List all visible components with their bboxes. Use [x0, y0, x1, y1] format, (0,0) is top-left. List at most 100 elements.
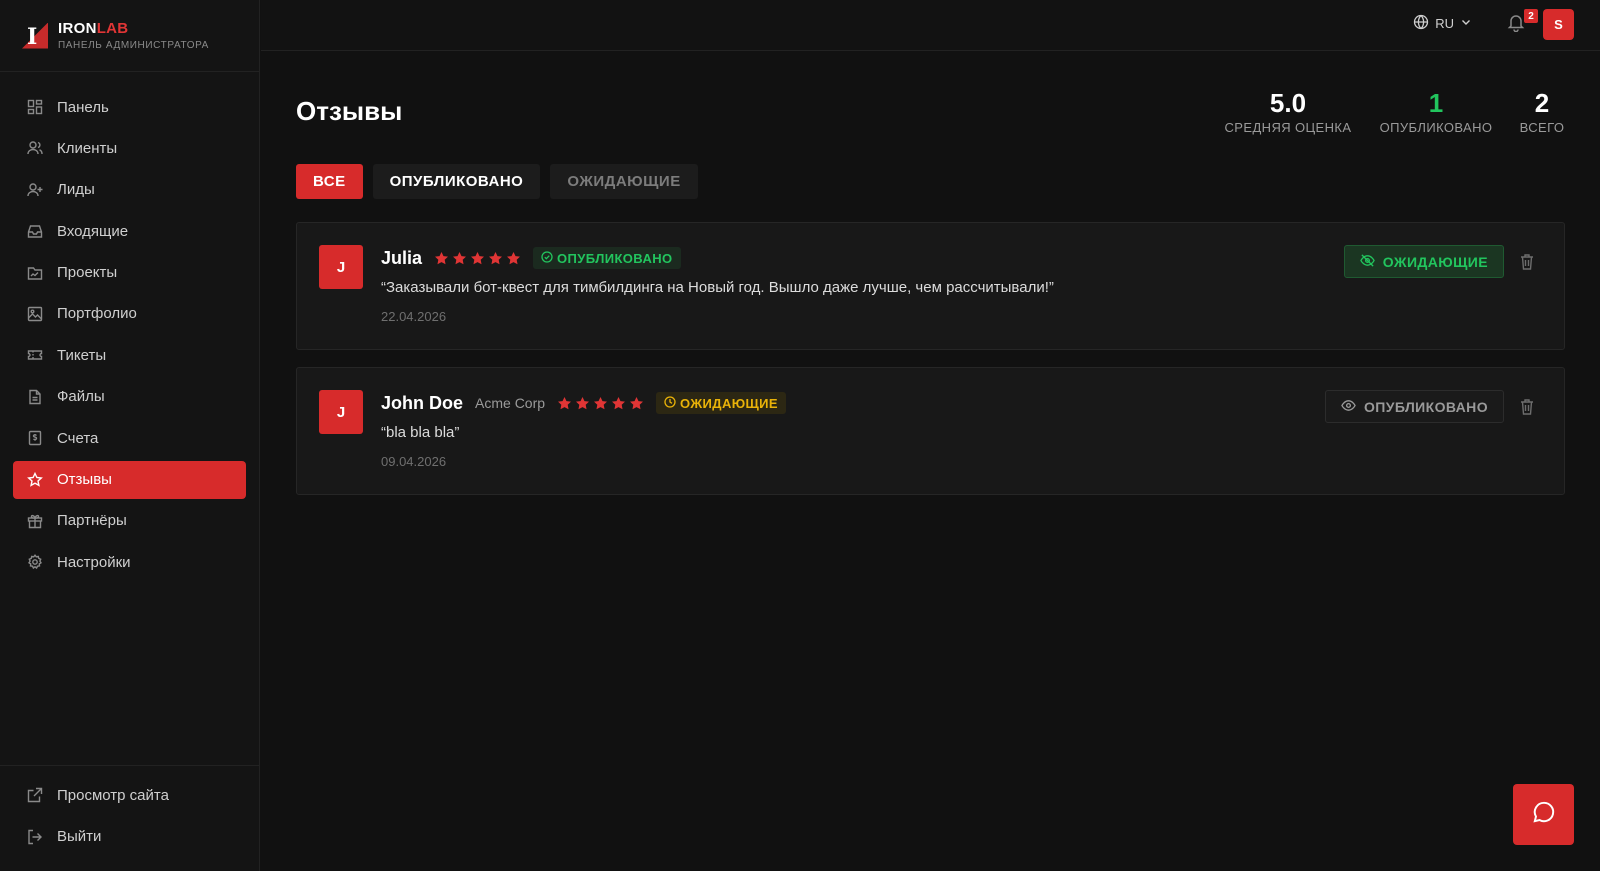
trash-icon: [1519, 399, 1535, 420]
tab-published[interactable]: ОПУБЛИКОВАНО: [372, 164, 541, 199]
sidebar-item-label: Партнёры: [57, 512, 127, 530]
star-icon: [453, 251, 466, 264]
sidebar-item-label: Тикеты: [57, 346, 107, 364]
delete-button[interactable]: [1519, 253, 1535, 271]
stat-total: 2 ВСЕГО: [1516, 88, 1568, 135]
stat-label: ВСЕГО: [1519, 120, 1565, 135]
rating-stars: [557, 396, 644, 411]
star-icon: [489, 251, 502, 264]
reviewer-company: Acme Corp: [475, 395, 546, 411]
logout-button[interactable]: Выйти: [13, 818, 246, 856]
sidebar-item-reviews[interactable]: Отзывы: [13, 460, 246, 499]
eye-icon: [1341, 398, 1356, 416]
dashboard-icon: [26, 98, 44, 116]
view-site-link[interactable]: Просмотр сайта: [13, 776, 246, 814]
review-text: “bla bla bla”: [381, 424, 460, 441]
avatar: J: [319, 390, 363, 434]
star-icon: [612, 396, 626, 409]
sidebar-item-portfolio[interactable]: Портфолио: [13, 295, 246, 333]
sidebar-item-label: Проекты: [57, 264, 118, 282]
review-card: J John Doe Acme Corp ОЖИДАЮЩИЕ “bla bla …: [296, 367, 1565, 495]
invoice-icon: [26, 429, 44, 447]
inbox-icon: [26, 222, 44, 240]
eye-off-icon: [1359, 253, 1375, 271]
sidebar-item-label: Счета: [57, 429, 99, 447]
reviewer-name: Julia: [381, 247, 423, 268]
tab-all[interactable]: ВСЕ: [296, 164, 363, 199]
folder-icon: [26, 264, 44, 282]
image-icon: [26, 305, 44, 323]
stat-published: 1 ОПУБЛИКОВАНО: [1377, 88, 1495, 135]
sidebar-item-label: Портфолио: [57, 305, 137, 323]
sidebar-item-label: Панель: [57, 98, 109, 116]
sidebar-item-label: Настройки: [57, 553, 131, 571]
stat-value: 5.0: [1269, 88, 1307, 118]
sidebar-item-tickets[interactable]: Тикеты: [13, 336, 246, 374]
sidebar: I IRONLAB ПАНЕЛЬ АДМИНИСТРАТОРА Панель К…: [0, 0, 260, 871]
avatar: J: [319, 245, 363, 289]
review-date: 22.04.2026: [381, 309, 447, 324]
external-link-icon: [26, 786, 44, 804]
sidebar-item-partners[interactable]: Партнёры: [13, 502, 246, 540]
stat-label: СРЕДНЯЯ ОЦЕНКА: [1224, 120, 1352, 135]
sidebar-item-dashboard[interactable]: Панель: [13, 88, 246, 126]
rating-stars: [434, 251, 521, 266]
language-label: RU: [1435, 16, 1454, 31]
users-icon: [26, 139, 44, 157]
filter-tabs: ВСЕ ОПУБЛИКОВАНО ОЖИДАЮЩИЕ: [296, 164, 698, 199]
sidebar-item-label: Клиенты: [57, 139, 118, 157]
sidebar-item-clients[interactable]: Клиенты: [13, 129, 246, 167]
brand[interactable]: I IRONLAB ПАНЕЛЬ АДМИНИСТРАТОРА: [0, 0, 259, 72]
sidebar-item-label: Просмотр сайта: [57, 786, 169, 804]
logout-icon: [26, 828, 44, 846]
user-plus-icon: [26, 181, 44, 199]
topbar: RU 2 S: [261, 0, 1600, 51]
star-icon: [507, 251, 520, 264]
sidebar-item-inbox[interactable]: Входящие: [13, 212, 246, 250]
sidebar-item-label: Выйти: [57, 828, 102, 846]
chevron-down-icon: [1460, 16, 1472, 31]
user-avatar[interactable]: S: [1543, 9, 1574, 40]
notifications-badge: 2: [1524, 9, 1538, 23]
delete-button[interactable]: [1519, 398, 1535, 416]
notifications-button[interactable]: 2: [1506, 9, 1538, 36]
sidebar-item-label: Отзывы: [57, 471, 112, 489]
brand-name: IRONLAB: [58, 19, 129, 37]
star-icon: [558, 396, 572, 409]
sidebar-item-label: Лиды: [57, 181, 95, 199]
review-date: 09.04.2026: [381, 454, 447, 469]
star-icon: [630, 396, 644, 409]
sidebar-item-settings[interactable]: Настройки: [13, 543, 246, 581]
globe-icon: [1413, 14, 1429, 33]
status-badge: ОПУБЛИКОВАНО: [533, 247, 681, 269]
language-switcher[interactable]: RU: [1413, 14, 1472, 33]
check-circle-icon: [541, 250, 553, 266]
sidebar-item-label: Входящие: [57, 222, 129, 240]
trash-icon: [1519, 254, 1535, 275]
star-icon: [471, 251, 484, 264]
publish-button[interactable]: ОПУБЛИКОВАНО: [1324, 390, 1504, 423]
brand-subtitle: ПАНЕЛЬ АДМИНИСТРАТОРА: [58, 39, 209, 51]
sidebar-bottom: Просмотр сайта Выйти: [0, 765, 259, 871]
sidebar-item-files[interactable]: Файлы: [13, 378, 246, 416]
sidebar-nav: Панель Клиенты Лиды Входящие Проекты Пор…: [0, 72, 259, 581]
clock-icon: [664, 395, 676, 411]
unpublish-button[interactable]: ОЖИДАЮЩИЕ: [1343, 245, 1504, 278]
file-icon: [26, 388, 44, 406]
page-title: Отзывы: [296, 96, 403, 126]
sidebar-item-projects[interactable]: Проекты: [13, 254, 246, 292]
gift-icon: [26, 512, 44, 530]
stat-label: ОПУБЛИКОВАНО: [1379, 120, 1493, 135]
brand-logo: I: [22, 22, 48, 50]
chat-bubble-icon: [1531, 799, 1557, 830]
status-badge: ОЖИДАЮЩИЕ: [656, 392, 786, 414]
tab-pending[interactable]: ОЖИДАЮЩИЕ: [550, 164, 698, 199]
stat-value: 2: [1534, 88, 1550, 118]
chat-button[interactable]: [1513, 784, 1574, 845]
stat-value: 1: [1428, 88, 1444, 118]
review-card: J Julia ОПУБЛИКОВАНО “Заказывали бот-кве…: [296, 222, 1565, 350]
star-icon: [594, 396, 608, 409]
sidebar-item-leads[interactable]: Лиды: [13, 171, 246, 209]
gear-icon: [26, 553, 44, 571]
sidebar-item-invoices[interactable]: Счета: [13, 419, 246, 457]
